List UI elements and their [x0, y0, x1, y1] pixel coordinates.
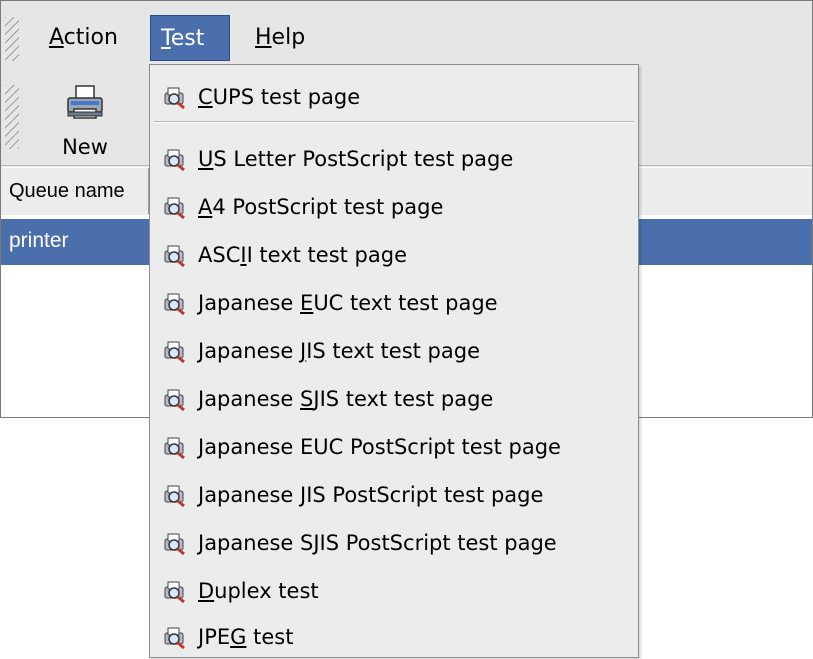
menu-item-label: I text test page — [246, 243, 408, 267]
magnifier-page-icon — [164, 87, 185, 110]
menu-item-japanese-sjis-postscript[interactable]: Japanese SJIS PostScript test page — [150, 521, 638, 565]
magnifier-page-icon — [164, 149, 185, 172]
menu-item-label: S Letter PostScript test page — [213, 147, 514, 171]
new-button-label: New — [62, 135, 108, 159]
menu-test-label: est — [170, 26, 205, 51]
menu-action-mnemonic: A — [49, 25, 64, 50]
menu-item-mnemonic: E — [300, 291, 314, 315]
menu-item-japanese-jis-postscript[interactable]: Japanese JIS PostScript test page — [150, 473, 638, 517]
menu-item-label: UC text test page — [313, 291, 498, 315]
menu-item-label-pre: ASC — [198, 243, 241, 267]
menu-item-label: UPS test page — [212, 85, 361, 109]
menu-item-mnemonic: S — [300, 387, 314, 411]
menu-item-mnemonic: G — [230, 625, 247, 649]
menu-item-japanese-euc-postscript[interactable]: Japanese EUC PostScript test page — [150, 425, 638, 469]
magnifier-page-icon — [164, 389, 185, 412]
menu-item-label: 4 PostScript test page — [212, 195, 444, 219]
menu-item-mnemonic: D — [198, 579, 215, 603]
menu-item-jpeg-test[interactable]: JPEG test — [150, 615, 638, 659]
menu-item-cups-test-page[interactable]: CUPS test page — [150, 75, 638, 119]
magnifier-page-icon — [164, 341, 185, 364]
menu-action-label: ction — [63, 25, 118, 50]
menu-item-duplex-test[interactable]: Duplex test — [150, 569, 638, 613]
menu-help-label: elp — [271, 25, 306, 50]
test-menu-dropdown: CUPS test page US Letter PostScript test… — [149, 64, 639, 658]
magnifier-page-icon — [164, 293, 185, 316]
menu-help-mnemonic: H — [255, 25, 272, 50]
magnifier-page-icon — [164, 581, 185, 604]
menu-item-label-pre: Japanese — [198, 291, 301, 315]
magnifier-page-icon — [164, 437, 185, 460]
menu-item-label: Japanese SJIS PostScript test page — [198, 531, 557, 555]
menu-item-label-pre: Japanese — [198, 387, 301, 411]
menu-item-label: test — [246, 625, 294, 649]
menu-item-ascii-text[interactable]: ASCII text test page — [150, 233, 638, 277]
menu-item-label-pre: Japanese — [198, 339, 301, 363]
menu-item-japanese-jis-text[interactable]: Japanese JIS text test page — [150, 329, 638, 373]
printer-icon — [67, 85, 103, 119]
magnifier-page-icon — [164, 533, 185, 556]
menu-item-mnemonic: A — [198, 195, 213, 219]
column-header-queue-name[interactable]: Queue name — [1, 168, 149, 214]
menu-item-label-pre: JPE — [198, 625, 231, 649]
menu-item-label: uplex test — [214, 579, 319, 603]
menu-item-label: Japanese JIS PostScript test page — [198, 483, 544, 507]
menu-item-label: Japanese EUC PostScript test page — [198, 435, 561, 459]
menu-item-mnemonic: U — [198, 147, 214, 171]
menu-item-mnemonic: C — [198, 85, 213, 109]
toolbar-grip[interactable] — [5, 85, 19, 149]
new-button[interactable]: New — [49, 79, 121, 161]
menubar: Action Test Help — [1, 1, 812, 66]
menu-item-japanese-sjis-text[interactable]: Japanese SJIS text test page — [150, 377, 638, 421]
menu-item-label: JIS text test page — [313, 387, 494, 411]
menubar-grip[interactable] — [5, 17, 19, 61]
magnifier-page-icon — [164, 485, 185, 508]
menu-separator — [154, 121, 634, 123]
menu-test-mnemonic: T — [161, 26, 171, 51]
menu-action[interactable]: Action — [39, 15, 128, 61]
magnifier-page-icon — [164, 197, 185, 220]
menu-item-label: IS text test page — [306, 339, 481, 363]
menu-item-a4-postscript[interactable]: A4 PostScript test page — [150, 185, 638, 229]
menu-test[interactable]: Test — [150, 15, 230, 61]
menu-item-us-letter-postscript[interactable]: US Letter PostScript test page — [150, 137, 638, 181]
menu-help[interactable]: Help — [245, 15, 315, 61]
magnifier-page-icon — [164, 245, 185, 268]
menu-item-japanese-euc-text[interactable]: Japanese EUC text test page — [150, 281, 638, 325]
magnifier-page-icon — [164, 627, 185, 650]
